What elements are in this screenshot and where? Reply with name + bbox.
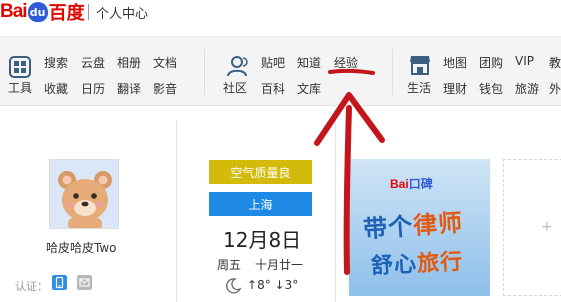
paw-icon: du xyxy=(27,2,48,22)
people-icon[interactable] xyxy=(226,54,250,78)
nav-group-label-community[interactable]: 社区 xyxy=(223,79,247,96)
nav-link-groupbuy[interactable]: 团购 xyxy=(479,54,503,71)
nav-link-wallet[interactable]: 钱包 xyxy=(479,80,503,97)
phone-verify-icon[interactable] xyxy=(52,275,67,290)
nav-link-map[interactable]: 地图 xyxy=(443,54,467,71)
koubei-banner[interactable]: Bai口碑 带个律师 舒心旅行 xyxy=(349,159,490,296)
banner-logo-suffix: 口碑 xyxy=(408,177,433,191)
nav-link-favorites[interactable]: 收藏 xyxy=(44,80,68,97)
nav-link-baike[interactable]: 百科 xyxy=(261,80,285,97)
email-verify-icon[interactable] xyxy=(77,275,92,290)
nav-link-wenku[interactable]: 文库 xyxy=(297,80,321,97)
banner-line1-a: 带个 xyxy=(362,211,415,244)
city-button[interactable]: 上海 xyxy=(209,192,312,216)
banner-line1-b: 律师 xyxy=(412,207,465,240)
nav-group-tools: 工具 搜索 云盘 相册 文档 收藏 日历 翻译 影音 xyxy=(0,37,200,107)
nav-divider xyxy=(392,49,393,95)
verify-label: 认证： xyxy=(15,280,48,293)
banner-logo: Bai口碑 xyxy=(390,175,433,192)
banner-logo-text: Bai xyxy=(390,177,409,191)
temperature-value: 8° ↓3° xyxy=(257,278,299,292)
nav-link-translate[interactable]: 翻译 xyxy=(117,80,141,97)
nav-group-life: 生活 地图 团购 VIP 教 理财 钱包 旅游 外 xyxy=(398,37,561,107)
logo-cn-text: 百度 xyxy=(48,3,85,24)
banner-slogan-line1: 带个律师 xyxy=(362,203,464,245)
avatar[interactable] xyxy=(49,159,119,229)
banner-slogan-line2: 舒心旅行 xyxy=(370,244,464,281)
nav-group-community: 社区 贴吧 知道 经验 百科 文库 xyxy=(210,37,390,107)
air-quality-badge: 空气质量良 xyxy=(209,160,312,184)
nav-link-edu[interactable]: 教 xyxy=(549,54,561,71)
weekday-text: 周五 xyxy=(217,258,242,272)
add-plus-icon[interactable]: + xyxy=(541,219,553,235)
nav-link-calendar[interactable]: 日历 xyxy=(81,80,105,97)
nav-link-album[interactable]: 相册 xyxy=(117,54,141,71)
nav-link-jingyan[interactable]: 经验 xyxy=(334,54,358,71)
grid-tools-icon[interactable] xyxy=(8,55,32,79)
page-title: 个人中心 xyxy=(96,7,149,22)
nav-link-zhidao[interactable]: 知道 xyxy=(297,54,321,71)
service-nav: 工具 搜索 云盘 相册 文档 收藏 日历 翻译 影音 社区 贴吧 知道 经验 百… xyxy=(0,36,561,106)
moon-icon xyxy=(226,278,242,294)
nav-link-finance[interactable]: 理财 xyxy=(443,80,467,97)
banner-line2-b: 旅行 xyxy=(416,248,464,277)
nav-link-tieba[interactable]: 贴吧 xyxy=(261,54,285,71)
column-divider xyxy=(176,120,177,302)
date-text: 12月8日 xyxy=(223,228,302,252)
bear-avatar-icon xyxy=(50,160,118,228)
nav-group-label-tools[interactable]: 工具 xyxy=(8,79,32,96)
nav-divider xyxy=(204,49,205,95)
nav-link-docs[interactable]: 文档 xyxy=(153,54,177,71)
nav-group-label-life[interactable]: 生活 xyxy=(407,79,431,96)
lunar-date-text: 十月廿一 xyxy=(255,258,304,272)
top-header: Bai du 百度 个人中心 xyxy=(0,0,561,27)
shop-icon[interactable] xyxy=(408,53,432,77)
temperature-text: ↑8° ↓3° xyxy=(247,278,299,292)
nav-link-cloud[interactable]: 云盘 xyxy=(81,54,105,71)
header-divider xyxy=(88,4,89,20)
username[interactable]: 哈皮哈皮Two xyxy=(46,239,117,256)
nav-link-travel[interactable]: 旅游 xyxy=(515,80,539,97)
nav-link-takeout[interactable]: 外 xyxy=(549,80,561,97)
nav-link-media[interactable]: 影音 xyxy=(153,80,177,97)
logo-latin-text: Bai xyxy=(0,1,28,22)
baidu-logo[interactable]: Bai du 百度 xyxy=(0,0,85,24)
nav-link-vip[interactable]: VIP xyxy=(515,54,534,68)
banner-line2-a: 舒心 xyxy=(370,251,418,280)
column-divider xyxy=(335,120,336,302)
nav-link-search[interactable]: 搜索 xyxy=(44,54,68,71)
